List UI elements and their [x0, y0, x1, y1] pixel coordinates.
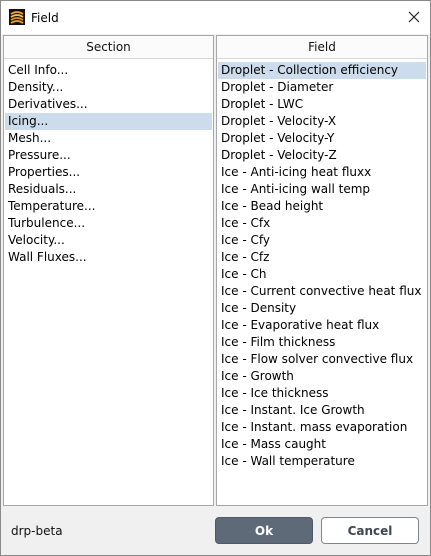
- section-item-icing[interactable]: Icing...: [5, 113, 212, 130]
- section-list[interactable]: Cell Info... Density... Derivatives... I…: [4, 59, 213, 266]
- app-logo-icon: [9, 9, 25, 25]
- cancel-button[interactable]: Cancel: [321, 517, 419, 544]
- ok-button[interactable]: Ok: [215, 517, 313, 544]
- section-column-header: Section: [4, 36, 213, 59]
- field-item[interactable]: Ice - Cfy: [218, 232, 426, 249]
- field-item[interactable]: Ice - Cfz: [218, 249, 426, 266]
- window-title: Field: [31, 11, 59, 25]
- field-item[interactable]: Ice - Current convective heat flux: [218, 283, 426, 300]
- field-list[interactable]: Droplet - Collection efficiency Droplet …: [217, 59, 427, 470]
- field-item[interactable]: Ice - Bead height: [218, 198, 426, 215]
- field-item[interactable]: Ice - Cfx: [218, 215, 426, 232]
- field-panel: Field Droplet - Collection efficiency Dr…: [216, 35, 428, 506]
- field-item[interactable]: Droplet - Velocity-Z: [218, 147, 426, 164]
- field-item[interactable]: Droplet - Diameter: [218, 79, 426, 96]
- field-item[interactable]: Ice - Evaporative heat flux: [218, 317, 426, 334]
- title-bar: Field: [1, 1, 430, 34]
- section-item-wall-fluxes[interactable]: Wall Fluxes...: [5, 249, 212, 266]
- close-button[interactable]: [399, 3, 429, 31]
- field-item[interactable]: Ice - Mass caught: [218, 436, 426, 453]
- field-item[interactable]: Ice - Ch: [218, 266, 426, 283]
- section-panel: Section Cell Info... Density... Derivati…: [3, 35, 214, 506]
- section-item-mesh[interactable]: Mesh...: [5, 130, 212, 147]
- field-dialog: Field Section Cell Info... Density... De…: [0, 0, 431, 556]
- field-item[interactable]: Droplet - Velocity-Y: [218, 130, 426, 147]
- field-item[interactable]: Droplet - LWC: [218, 96, 426, 113]
- field-item[interactable]: Ice - Density: [218, 300, 426, 317]
- field-item[interactable]: Ice - Flow solver convective flux: [218, 351, 426, 368]
- field-item[interactable]: Ice - Anti-icing heat fluxx: [218, 164, 426, 181]
- section-item-residuals[interactable]: Residuals...: [5, 181, 212, 198]
- status-label: drp-beta: [11, 524, 63, 538]
- section-item-density[interactable]: Density...: [5, 79, 212, 96]
- section-item-temperature[interactable]: Temperature...: [5, 198, 212, 215]
- section-item-velocity[interactable]: Velocity...: [5, 232, 212, 249]
- field-column-header: Field: [217, 36, 427, 59]
- field-item[interactable]: Ice - Film thickness: [218, 334, 426, 351]
- section-item-properties[interactable]: Properties...: [5, 164, 212, 181]
- field-item[interactable]: Ice - Instant. Ice Growth: [218, 402, 426, 419]
- section-item-turbulence[interactable]: Turbulence...: [5, 215, 212, 232]
- field-item[interactable]: Ice - Growth: [218, 368, 426, 385]
- section-item-pressure[interactable]: Pressure...: [5, 147, 212, 164]
- section-item-cell-info[interactable]: Cell Info...: [5, 62, 212, 79]
- field-item[interactable]: Ice - Wall temperature: [218, 453, 426, 470]
- field-item[interactable]: Ice - Ice thickness: [218, 385, 426, 402]
- close-icon: [408, 8, 420, 27]
- field-item[interactable]: Ice - Anti-icing wall temp: [218, 181, 426, 198]
- field-item[interactable]: Ice - Instant. mass evaporation: [218, 419, 426, 436]
- section-item-derivatives[interactable]: Derivatives...: [5, 96, 212, 113]
- field-item[interactable]: Droplet - Collection efficiency: [218, 62, 426, 79]
- field-item[interactable]: Droplet - Velocity-X: [218, 113, 426, 130]
